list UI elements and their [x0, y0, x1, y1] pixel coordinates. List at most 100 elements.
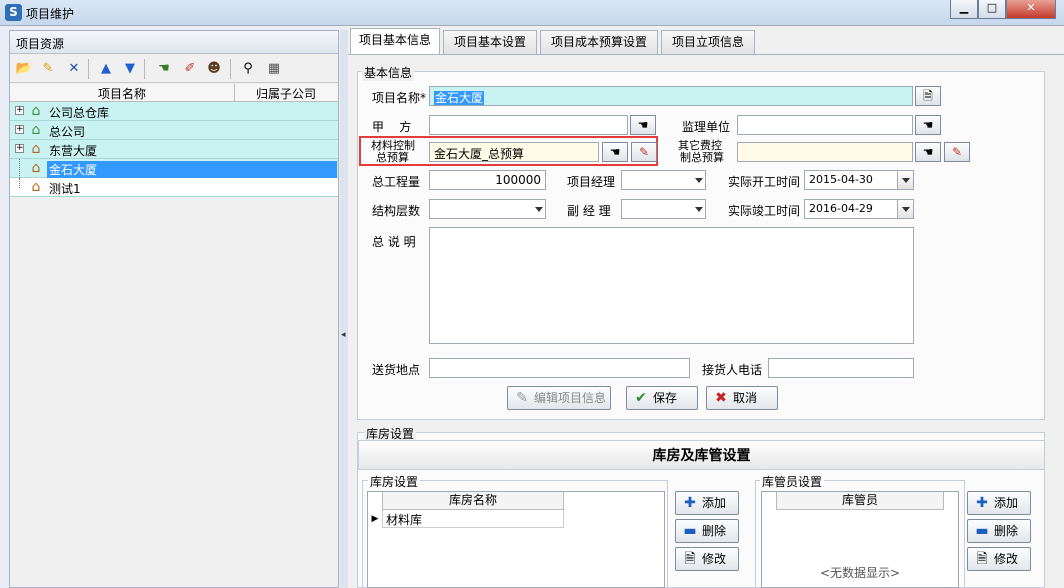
other-budget-label-1: 其它费控	[678, 139, 722, 152]
total-quantity-label: 总工程量	[372, 175, 421, 189]
project-name-field[interactable]: 金石大厦	[429, 86, 913, 106]
delete-icon[interactable]: ✕	[64, 60, 84, 78]
col-divider	[234, 84, 235, 101]
start-date-value: 2015-04-30	[809, 173, 873, 186]
modify-label: 修改	[702, 552, 727, 566]
app-icon: S	[5, 4, 22, 21]
rooms-grid: 库房名称 ▶ 材料库	[367, 491, 665, 588]
start-date-label: 实际开工时间	[728, 175, 801, 189]
party-a-field[interactable]	[429, 115, 628, 135]
expand-icon[interactable]: +	[15, 125, 24, 134]
minimize-button[interactable]: ▁	[950, 0, 978, 19]
tab-budget-settings[interactable]: 项目成本预算设置	[540, 30, 658, 54]
save-label: 保存	[653, 391, 678, 405]
edit-folder-icon[interactable]: ✎	[38, 60, 58, 78]
tree-line	[19, 159, 20, 178]
tree-row[interactable]: + ⌂ 总公司	[10, 121, 338, 140]
pencil-icon: ✎	[516, 390, 528, 406]
grid-icon[interactable]: ▦	[264, 60, 284, 78]
add-keeper-button[interactable]: ✚ 添加	[967, 491, 1031, 515]
maximize-button[interactable]: □	[978, 0, 1006, 19]
edit-project-button[interactable]: ✎ 编辑项目信息	[507, 386, 611, 410]
tree-row-selected[interactable]: ⌂ 金石大厦	[10, 159, 338, 178]
toolbar-separator	[144, 59, 145, 79]
house-icon: ⌂	[31, 160, 41, 176]
plus-icon: ✚	[684, 495, 696, 511]
find-icon[interactable]: ⚲	[238, 60, 258, 78]
save-button[interactable]: ✔ 保存	[626, 386, 698, 410]
tab-basic-settings[interactable]: 项目基本设置	[443, 30, 537, 54]
description-textarea[interactable]	[429, 227, 914, 344]
material-budget-field[interactable]: 金石大厦_总预算	[429, 142, 599, 162]
manager-label: 项目经理	[567, 175, 616, 189]
empty-message: <无数据显示>	[819, 566, 901, 580]
house-icon: ⌂	[31, 141, 41, 157]
document-icon: 🗎	[684, 551, 696, 567]
tree-header: 项目名称 归属子公司	[10, 84, 338, 102]
edit-other-budget-button[interactable]: ✎	[944, 142, 970, 162]
deputy-manager-select[interactable]	[621, 199, 706, 219]
collapse-arrow-icon[interactable]: ◂	[341, 330, 346, 340]
total-quantity-field[interactable]: 100000	[429, 170, 546, 190]
expand-icon[interactable]: +	[15, 144, 24, 153]
move-down-icon[interactable]: ▼	[120, 60, 140, 78]
tab-approval-info[interactable]: 项目立项信息	[661, 30, 755, 54]
manager-select[interactable]	[621, 170, 706, 190]
tools-icon[interactable]: ✐	[180, 60, 200, 78]
point-icon: ☚	[922, 118, 934, 132]
move-up-icon[interactable]: ▲	[96, 60, 116, 78]
point-icon: ☚	[637, 118, 649, 132]
new-folder-icon[interactable]: 📂	[14, 60, 34, 78]
row-pointer-icon: ▶	[371, 514, 379, 524]
calendar-dropdown[interactable]	[897, 171, 913, 189]
other-budget-field[interactable]	[737, 142, 913, 162]
rooms-group-label: 库房设置	[368, 473, 421, 490]
tree-row[interactable]: + ⌂ 公司总仓库	[10, 102, 338, 121]
tab-basic-info[interactable]: 项目基本信息	[350, 28, 440, 54]
delete-label: 删除	[702, 524, 727, 538]
structure-label: 结构层数	[372, 204, 421, 218]
panel-splitter[interactable]: ◂	[340, 30, 348, 588]
cancel-button[interactable]: ✖ 取消	[706, 386, 778, 410]
delete-room-button[interactable]: ▬ 删除	[675, 519, 739, 543]
phone-field[interactable]	[768, 358, 914, 378]
finish-date-field[interactable]: 2016-04-29	[804, 199, 914, 219]
tree-row[interactable]: + ⌂ 东营大厦	[10, 140, 338, 159]
add-label: 添加	[994, 496, 1019, 510]
tree-line	[19, 178, 20, 188]
delete-keeper-button[interactable]: ▬ 删除	[967, 519, 1031, 543]
toolbar-separator	[230, 59, 231, 79]
close-button[interactable]: ✕	[1006, 0, 1056, 19]
tree-item-label: 总公司	[49, 125, 86, 139]
calendar-dropdown[interactable]	[897, 200, 913, 218]
col-project-name: 项目名称	[97, 87, 146, 101]
modify-room-button[interactable]: 🗎 修改	[675, 547, 739, 571]
select-other-budget-button[interactable]: ☚	[915, 142, 941, 162]
pencil-icon: ✎	[638, 145, 650, 159]
room-cell[interactable]: 材料库	[382, 510, 564, 528]
edit-material-budget-button[interactable]: ✎	[631, 142, 657, 162]
add-room-button[interactable]: ✚ 添加	[675, 491, 739, 515]
tree-item-label: 测试1	[49, 182, 81, 196]
select-party-a-button[interactable]: ☚	[630, 115, 656, 135]
modify-label: 修改	[994, 552, 1019, 566]
address-field[interactable]	[429, 358, 690, 378]
supervisor-field[interactable]	[737, 115, 913, 135]
structure-select[interactable]	[429, 199, 546, 219]
chevron-down-icon	[695, 207, 703, 212]
modify-keeper-button[interactable]: 🗎 修改	[967, 547, 1031, 571]
select-supervisor-button[interactable]: ☚	[915, 115, 941, 135]
browse-name-button[interactable]: 🗎	[915, 86, 941, 106]
project-resource-panel: 项目资源 📂 ✎ ✕ ▲ ▼ ☚ ✐ ☻ ⚲ ▦ 项目名称 归属子公司 + ⌂ …	[9, 30, 339, 588]
expand-icon[interactable]: +	[15, 106, 24, 115]
users-icon[interactable]: ☻	[204, 60, 224, 78]
finish-date-label: 实际竣工时间	[728, 204, 801, 218]
chevron-down-icon	[902, 207, 910, 212]
select-material-budget-button[interactable]: ☚	[602, 142, 628, 162]
house-green-icon: ⌂	[31, 122, 41, 138]
point-icon[interactable]: ☚	[154, 60, 174, 78]
tree-row[interactable]: ⌂ 测试1	[10, 178, 338, 197]
material-budget-label-1: 材料控制	[371, 139, 415, 152]
start-date-field[interactable]: 2015-04-30	[804, 170, 914, 190]
keepers-col-header: 库管员	[776, 492, 944, 510]
